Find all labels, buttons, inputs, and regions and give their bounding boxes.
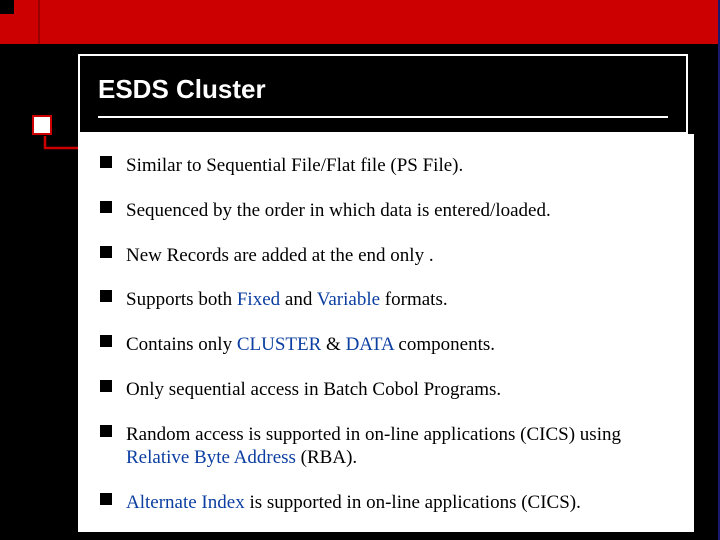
bullet-emph: Variable [317,289,380,310]
bullet-text: (RBA). [296,447,357,468]
title-box: ESDS Cluster [78,54,688,134]
list-item: Sequenced by the order in which data is … [100,199,672,223]
bullet-list: Similar to Sequential File/Flat file (PS… [100,154,672,515]
list-item: Contains only CLUSTER & DATA components. [100,333,672,357]
bullet-emph: Relative Byte Address [126,447,296,468]
slide-title: ESDS Cluster [98,74,668,105]
bullet-text: is supported in on-line applications (CI… [245,492,581,513]
bullet-text: Random access is supported in on-line ap… [126,424,621,445]
bullet-text: Only sequential access in Batch Cobol Pr… [126,379,501,400]
corner-decor [0,0,14,14]
list-item: Random access is supported in on-line ap… [100,423,672,471]
list-item: Only sequential access in Batch Cobol Pr… [100,378,672,402]
content-panel: Similar to Sequential File/Flat file (PS… [78,134,694,532]
bullet-text: New Records are added at the end only . [126,245,434,266]
bullet-text: components. [394,334,495,355]
bullet-text: formats. [380,289,448,310]
bullet-text: Supports both [126,289,237,310]
bullet-emph: Alternate Index [126,492,245,513]
bullet-text: Similar to Sequential File/Flat file (PS… [126,155,463,176]
bullet-emph: Fixed [237,289,280,310]
list-item: Supports both Fixed and Variable formats… [100,288,672,312]
list-item: Alternate Index is supported in on-line … [100,491,672,515]
title-underline [98,116,668,118]
marker-square-icon [32,115,52,135]
bullet-text: Sequenced by the order in which data is … [126,200,551,221]
list-item: New Records are added at the end only . [100,244,672,268]
bullet-text: & [321,334,345,355]
bullet-text: Contains only [126,334,237,355]
list-item: Similar to Sequential File/Flat file (PS… [100,154,672,178]
bullet-text: and [280,289,317,310]
bullet-emph: CLUSTER [237,334,321,355]
top-banner [0,0,720,44]
bullet-emph: DATA [346,334,394,355]
